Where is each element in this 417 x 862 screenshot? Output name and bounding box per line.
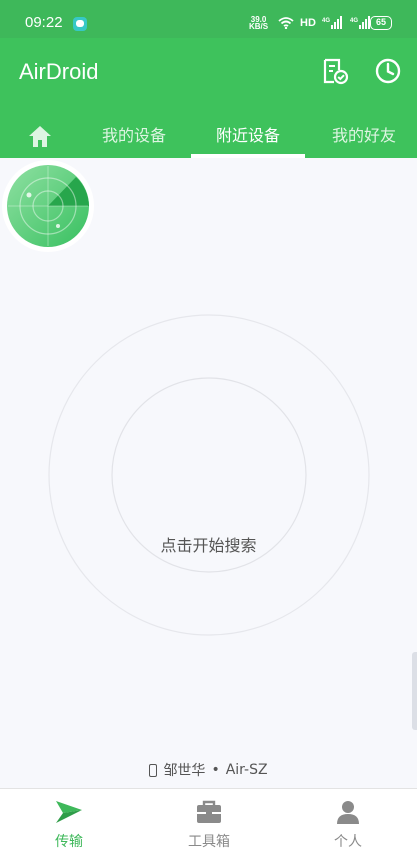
tab-home-icon[interactable] <box>24 119 56 155</box>
nav-toolbox[interactable]: 工具箱 <box>159 799 259 859</box>
hd-indicator: HD <box>300 17 316 29</box>
phone-icon <box>149 763 158 777</box>
svg-text:4G: 4G <box>322 18 330 24</box>
nav-personal[interactable]: 个人 <box>298 799 398 859</box>
radar-rings <box>48 314 370 636</box>
status-bar: 09:22 39.0 KB/S HD 4G 4G 65 <box>0 0 417 38</box>
signal-icon-2: 4G <box>350 16 370 29</box>
svg-text:4G: 4G <box>350 18 358 24</box>
chat-notification-icon <box>73 17 87 31</box>
device-owner-name: 邹世华 <box>163 763 206 779</box>
tab-bar: 我的设备 附近设备 我的好友 <box>0 114 417 158</box>
network-speed: 39.0 KB/S <box>249 15 269 31</box>
send-icon <box>56 801 82 823</box>
tab-my-devices[interactable]: 我的设备 <box>84 122 184 158</box>
nav-personal-label: 个人 <box>334 834 362 850</box>
nav-transfer-label: 传输 <box>55 834 83 850</box>
tab-my-friends[interactable]: 我的好友 <box>314 122 414 158</box>
toolbox-icon <box>197 800 221 823</box>
device-model: Air-SZ <box>225 762 268 778</box>
history-clock-icon[interactable] <box>374 57 402 85</box>
nearby-radar-area: 点击开始搜索 邹世华 • Air-SZ <box>0 158 417 788</box>
bottom-navigation: 传输 工具箱 个人 <box>0 788 417 862</box>
battery-indicator: 65 <box>370 16 392 30</box>
current-device-info: 邹世华 • Air-SZ <box>0 760 417 780</box>
person-icon <box>337 801 359 824</box>
status-time: 09:22 <box>25 14 63 31</box>
wifi-icon <box>278 17 294 29</box>
radar-search-button[interactable] <box>0 158 96 254</box>
signal-icon: 4G <box>322 16 342 29</box>
start-search-label[interactable]: 点击开始搜索 <box>0 532 417 556</box>
document-check-icon[interactable] <box>321 57 349 85</box>
nav-transfer[interactable]: 传输 <box>19 799 119 859</box>
status-icons: HD 4G 4G <box>278 15 372 31</box>
device-separator: • <box>211 762 220 778</box>
tab-nearby-devices[interactable]: 附近设备 <box>191 122 305 158</box>
nav-toolbox-label: 工具箱 <box>188 834 230 850</box>
app-title: AirDroid <box>19 59 99 84</box>
app-bar: AirDroid 我的设备 附近设备 我的好友 <box>0 38 417 158</box>
side-scroll-handle[interactable] <box>412 652 417 730</box>
